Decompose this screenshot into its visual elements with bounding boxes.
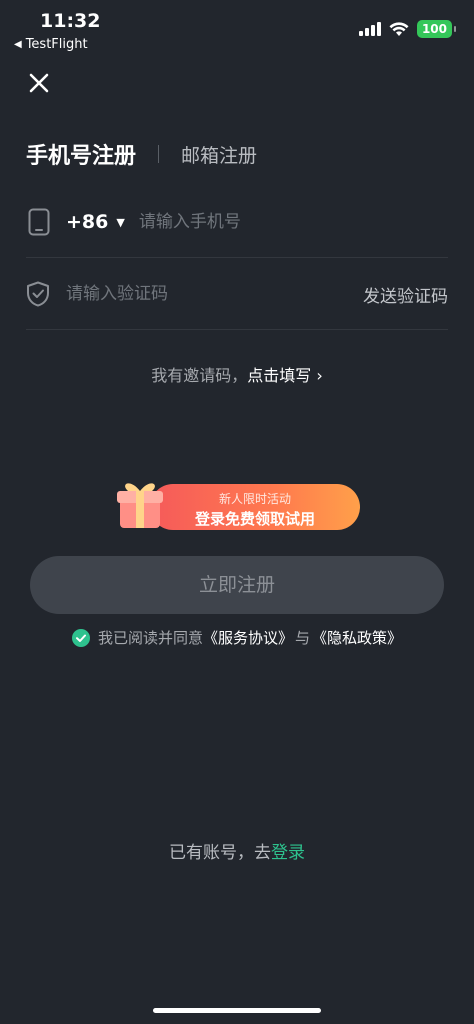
privacy-policy-link[interactable]: 《隐私政策》 — [312, 627, 402, 648]
shield-icon — [27, 281, 49, 307]
promo-pill: 新人限时活动 登录免费领取试用 — [150, 484, 360, 530]
status-indicators: 100 — [358, 20, 457, 38]
signal-icon — [358, 22, 381, 36]
phone-input[interactable] — [138, 212, 448, 232]
tab-email-register[interactable]: 邮箱注册 — [181, 141, 257, 168]
code-row: 发送验证码 — [26, 270, 448, 318]
tab-phone-register[interactable]: 手机号注册 — [26, 138, 136, 170]
chevron-right-icon[interactable]: › — [316, 366, 322, 385]
login-prefix: 已有账号，去 — [169, 843, 271, 863]
agreement-prefix: 我已阅读并同意 — [97, 629, 203, 647]
promo-title: 登录免费领取试用 — [194, 510, 315, 528]
country-code-selector[interactable]: +86 — [66, 211, 108, 233]
invite-prefix: 我有邀请码， — [151, 366, 248, 385]
gift-icon — [117, 483, 163, 528]
invite-fill-link[interactable]: 点击填写 — [247, 366, 311, 385]
home-indicator — [153, 1008, 321, 1013]
check-circle-icon[interactable] — [71, 628, 90, 647]
send-code-button[interactable]: 发送验证码 — [363, 282, 448, 307]
verification-code-input[interactable] — [66, 284, 363, 304]
agreement-and: 与 — [295, 629, 311, 647]
close-button[interactable] — [26, 70, 52, 96]
invite-code-row: 我有邀请码，点击填写 › — [0, 362, 474, 386]
login-link[interactable]: 登录 — [271, 843, 305, 863]
code-divider — [26, 329, 448, 330]
wifi-icon — [389, 21, 409, 37]
tab-divider — [158, 145, 160, 163]
back-arrow-icon: ◀ — [14, 39, 22, 50]
phone-row: +86 ▼ — [26, 198, 448, 246]
back-to-app[interactable]: ◀ TestFlight — [14, 37, 88, 52]
service-agreement-link[interactable]: 《服务协议》 — [203, 627, 293, 648]
login-row: 已有账号，去登录 — [0, 838, 474, 863]
phone-divider — [26, 257, 448, 258]
promo-banner[interactable]: 新人限时活动 登录免费领取试用 — [112, 474, 362, 534]
promo-subtitle: 新人限时活动 — [218, 492, 291, 506]
phone-icon — [28, 208, 50, 236]
close-icon — [29, 73, 49, 93]
agreement-row: 我已阅读并同意 《服务协议》 与 《隐私政策》 — [0, 627, 474, 648]
battery-icon: 100 — [416, 20, 457, 38]
register-button[interactable]: 立即注册 — [30, 556, 444, 614]
caret-down-icon[interactable]: ▼ — [116, 216, 124, 229]
register-tabs: 手机号注册 邮箱注册 — [26, 138, 257, 170]
status-time: 11:32 — [40, 10, 101, 32]
back-app-label: TestFlight — [25, 37, 88, 52]
